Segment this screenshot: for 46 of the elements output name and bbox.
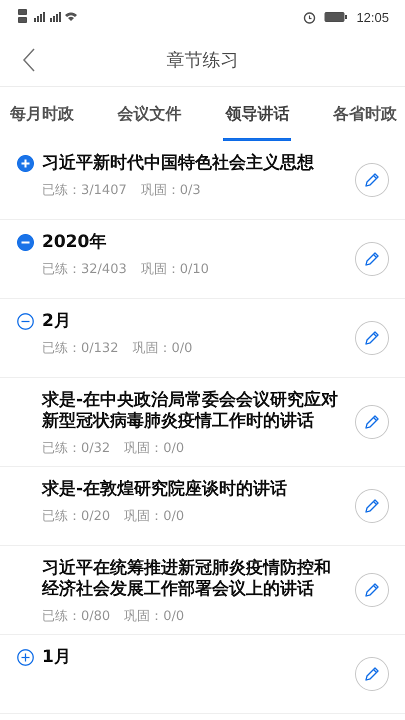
alarm-icon bbox=[303, 10, 316, 24]
practice-button[interactable] bbox=[355, 242, 389, 276]
tab[interactable]: 领导讲话 bbox=[223, 87, 292, 141]
practice-button[interactable] bbox=[355, 573, 389, 607]
tab[interactable]: 会议文件 bbox=[116, 87, 184, 141]
review-count: 巩固：0/10 bbox=[140, 261, 209, 278]
review-count: 巩固：0/3 bbox=[140, 182, 201, 199]
battery-icon bbox=[324, 11, 348, 23]
practice-button[interactable] bbox=[355, 163, 389, 197]
expand-icon[interactable] bbox=[17, 155, 34, 172]
practiced-count: 已练：0/32 bbox=[42, 440, 110, 457]
pencil-icon bbox=[364, 666, 380, 682]
review-count: 巩固：0/0 bbox=[124, 508, 184, 525]
chapter-title: 求是-在中央政治局常委会会议研究应对新型冠状病毒肺炎疫情工作时的讲话 bbox=[42, 390, 340, 432]
pencil-icon bbox=[364, 330, 380, 346]
collapse-icon[interactable] bbox=[17, 234, 34, 251]
practice-button[interactable] bbox=[355, 657, 389, 691]
tab[interactable]: 每月时政 bbox=[8, 87, 76, 141]
pencil-icon bbox=[364, 498, 380, 514]
practiced-count: 已练：32/403 bbox=[42, 261, 127, 278]
collapse-icon[interactable] bbox=[17, 313, 34, 330]
chapter-title: 求是-在敦煌研究院座谈时的讲话 bbox=[42, 479, 288, 500]
review-count: 巩固：0/0 bbox=[132, 340, 192, 357]
chapter-title: 2月 bbox=[42, 311, 72, 332]
expand-icon[interactable] bbox=[17, 649, 34, 666]
pencil-icon bbox=[364, 582, 380, 598]
practiced-count: 已练：0/132 bbox=[42, 340, 118, 357]
pencil-icon bbox=[364, 172, 380, 188]
practice-button[interactable] bbox=[355, 405, 389, 439]
chapter-title: 2020年 bbox=[42, 232, 108, 253]
chapter-title: 习近平新时代中国特色社会主义思想 bbox=[42, 153, 315, 174]
practiced-count: 已练：3/1407 bbox=[42, 182, 127, 199]
status-time: 12:05 bbox=[356, 10, 389, 24]
pencil-icon bbox=[364, 414, 380, 430]
chapter-title: 习近平在统筹推进新冠肺炎疫情防控和经济社会发展工作部署会议上的讲话 bbox=[42, 558, 332, 600]
tab[interactable]: 各省时政 bbox=[330, 87, 399, 141]
chapter-title: 1月 bbox=[42, 647, 72, 668]
practiced-count: 已练：0/80 bbox=[42, 608, 110, 625]
practice-button[interactable] bbox=[355, 489, 389, 523]
page-title: 章节练习 bbox=[166, 49, 238, 72]
pencil-icon bbox=[364, 251, 380, 267]
review-count: 巩固：0/0 bbox=[124, 440, 184, 457]
back-icon[interactable] bbox=[22, 48, 36, 72]
review-count: 巩固：0/0 bbox=[124, 608, 184, 625]
practice-button[interactable] bbox=[355, 321, 389, 355]
practiced-count: 已练：0/20 bbox=[42, 508, 110, 525]
